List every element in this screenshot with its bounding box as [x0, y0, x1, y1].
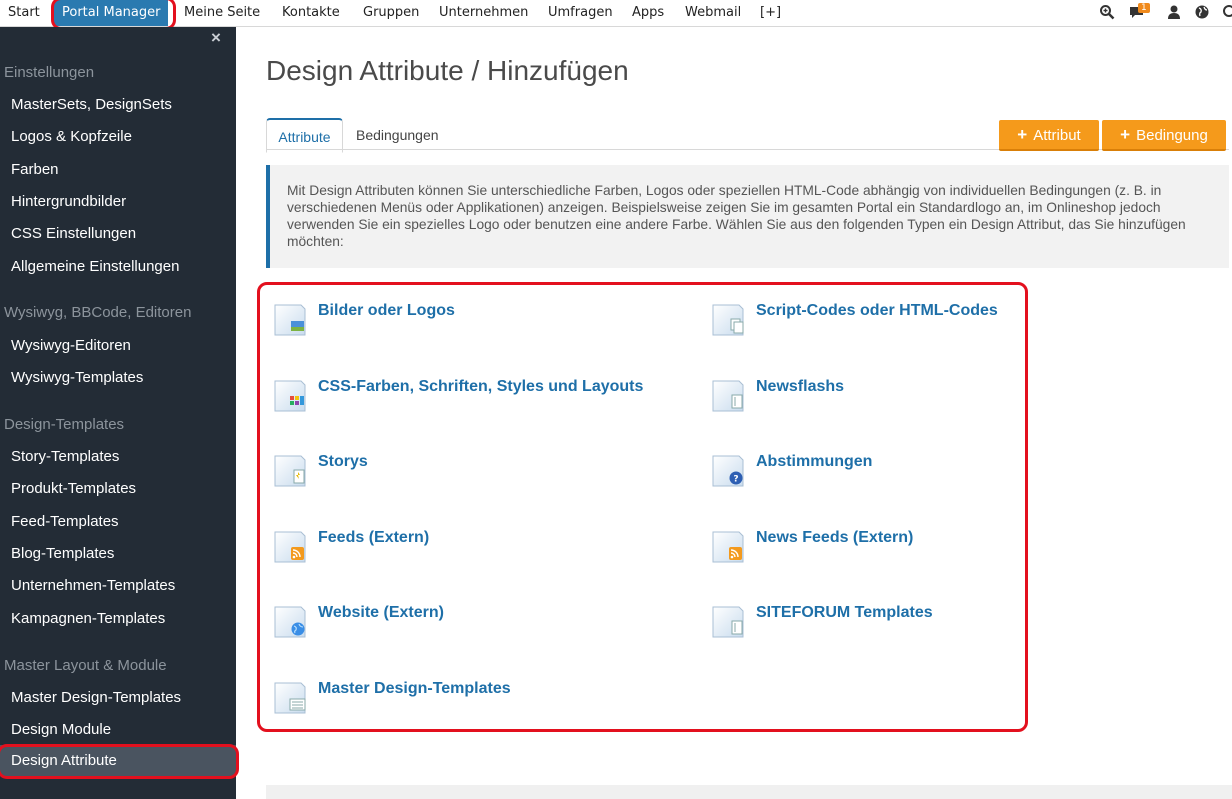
- palette-file-icon: [274, 380, 306, 412]
- add-bedingung-label: Bedingung: [1136, 127, 1208, 144]
- attribute-type-label: Abstimmungen: [756, 453, 873, 470]
- sidebar-item-design-module[interactable]: Design Module: [11, 721, 111, 738]
- plus-icon: +: [1120, 125, 1131, 144]
- search-icon[interactable]: [1222, 4, 1232, 20]
- tab-attribute[interactable]: Attribute: [266, 118, 343, 153]
- attribute-type-label: Master Design-Templates: [318, 680, 511, 697]
- sidebar-item-kampagnen-templates[interactable]: Kampagnen-Templates: [11, 610, 165, 627]
- attribute-type-label: SITEFORUM Templates: [756, 604, 933, 621]
- sidebar-item-unternehmen-templates[interactable]: Unternehmen-Templates: [11, 577, 175, 594]
- page-title: Design Attribute / Hinzufügen: [266, 55, 629, 86]
- sidebar-item-wysiwyg-editoren[interactable]: Wysiwyg-Editoren: [11, 337, 131, 354]
- attribute-type-label: Website (Extern): [318, 604, 444, 621]
- add-attribut-label: Attribut: [1033, 127, 1081, 144]
- template-file-icon: [712, 606, 744, 638]
- rss-file-icon: [712, 531, 744, 563]
- story-file-icon: [274, 455, 306, 487]
- nav-meine-seite[interactable]: Meine Seite: [184, 0, 260, 26]
- sidebar-item-logos[interactable]: Logos & Kopfzeile: [11, 128, 132, 145]
- attribute-type-label: News Feeds (Extern): [756, 529, 914, 546]
- image-file-icon: [274, 304, 306, 336]
- sidebar-item-mastersets[interactable]: MasterSets, DesignSets: [11, 96, 172, 113]
- attribute-type-label: Script-Codes oder HTML-Codes: [756, 302, 998, 319]
- sidebar-section-einstellungen: Einstellungen: [4, 64, 95, 81]
- nav-portal-manager[interactable]: Portal Manager: [54, 0, 169, 26]
- attribute-type-label: Bilder oder Logos: [318, 302, 455, 319]
- sidebar-item-wysiwyg-templates[interactable]: Wysiwyg-Templates: [11, 369, 143, 386]
- tab-bedingungen[interactable]: Bedingungen: [356, 118, 439, 150]
- sidebar-item-design-attribute[interactable]: Design Attribute: [0, 745, 236, 776]
- sidebar-section-design-templates: Design-Templates: [4, 416, 125, 433]
- plus-icon: +: [1017, 125, 1028, 144]
- sidebar-item-allgemeine-einstellungen[interactable]: Allgemeine Einstellungen: [11, 258, 179, 275]
- info-box: Mit Design Attributen können Sie untersc…: [266, 165, 1229, 268]
- nav-webmail[interactable]: Webmail: [685, 0, 741, 26]
- sidebar-item-master-design-templates[interactable]: Master Design-Templates: [11, 689, 181, 706]
- nav-add[interactable]: [+]: [760, 0, 781, 26]
- sidebar-item-blog-templates[interactable]: Blog-Templates: [11, 545, 114, 562]
- newsflash-file-icon: [712, 380, 744, 412]
- code-file-icon: [712, 304, 744, 336]
- nav-gruppen[interactable]: Gruppen: [363, 0, 419, 26]
- attribute-type-label: Feeds (Extern): [318, 529, 430, 546]
- sidebar-item-produkt-templates[interactable]: Produkt-Templates: [11, 480, 136, 497]
- sidebar-section-wysiwyg: Wysiwyg, BBCode, Editoren: [4, 304, 192, 321]
- nav-umfragen[interactable]: Umfragen: [548, 0, 613, 26]
- poll-file-icon: ?: [712, 455, 744, 487]
- notification-badge: 1: [1138, 3, 1150, 13]
- sidebar-item-farben[interactable]: Farben: [11, 161, 59, 178]
- globe-file-icon: [274, 606, 306, 638]
- svg-text:?: ?: [733, 475, 738, 485]
- add-bedingung-button[interactable]: + Bedingung: [1102, 120, 1226, 151]
- nav-apps[interactable]: Apps: [632, 0, 664, 26]
- sidebar-section-master-layout: Master Layout & Module: [4, 657, 167, 674]
- sidebar-item-feed-templates[interactable]: Feed-Templates: [11, 513, 119, 530]
- sidebar-item-hintergrundbilder[interactable]: Hintergrundbilder: [11, 193, 126, 210]
- main-content: Design Attribute / Hinzufügen Attribute …: [236, 27, 1232, 799]
- globe-icon[interactable]: [1194, 4, 1210, 20]
- bottom-panel: [266, 785, 1232, 799]
- top-navigation-bar: Start Portal Manager Meine Seite Kontakt…: [0, 0, 1232, 27]
- attribute-type-label: CSS-Farben, Schriften, Styles und Layout…: [318, 378, 644, 395]
- attribute-type-label: Storys: [318, 453, 368, 470]
- nav-unternehmen[interactable]: Unternehmen: [439, 0, 528, 26]
- nav-kontakte[interactable]: Kontakte: [282, 0, 340, 26]
- info-text: Mit Design Attributen können Sie untersc…: [287, 183, 1186, 249]
- sidebar: × Einstellungen MasterSets, DesignSets L…: [0, 27, 236, 799]
- search-zoom-icon[interactable]: [1099, 4, 1115, 20]
- attribute-type-label: Newsflashs: [756, 378, 845, 395]
- user-icon[interactable]: [1166, 4, 1182, 20]
- sidebar-item-css-einstellungen[interactable]: CSS Einstellungen: [11, 225, 136, 242]
- add-attribut-button[interactable]: + Attribut: [999, 120, 1099, 151]
- close-icon[interactable]: ×: [211, 28, 221, 48]
- nav-start[interactable]: Start: [8, 0, 40, 26]
- rss-file-icon: [274, 531, 306, 563]
- master-template-file-icon: [274, 682, 306, 714]
- sidebar-item-story-templates[interactable]: Story-Templates: [11, 448, 119, 465]
